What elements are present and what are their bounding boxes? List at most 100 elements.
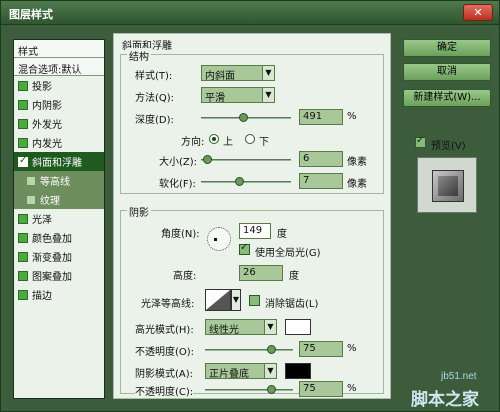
technique-value: 平滑 [205, 93, 225, 104]
shadow-mode-value: 正片叠底 [209, 369, 249, 380]
angle-label: 角度(N): [161, 229, 200, 240]
style-checkbox[interactable] [18, 232, 28, 243]
style-label: 样式(T): [135, 71, 173, 82]
size-slider[interactable] [201, 155, 291, 164]
style-dropdown[interactable]: 内斜面 ▼ [201, 65, 275, 82]
style-checkbox[interactable] [18, 289, 28, 300]
size-input[interactable]: 6 [299, 151, 343, 167]
dialog-body: 样式 混合选项:默认 投影内阴影外发光内发光斜面和浮雕等高线纹理光泽颜色叠加渐变… [5, 29, 495, 409]
style-list-item[interactable]: 光泽 [14, 209, 104, 228]
style-checkbox[interactable] [18, 155, 28, 167]
highlight-opacity-label: 不透明度(O): [135, 347, 195, 358]
blend-options-item[interactable]: 混合选项:默认 [14, 58, 104, 76]
style-list-header[interactable]: 样式 [14, 40, 104, 58]
shadow-mode-dropdown[interactable]: 正片叠底 ▼ [205, 363, 277, 380]
shadow-opacity-input[interactable]: 75 [299, 381, 343, 397]
dialog-title: 图层样式 [9, 8, 53, 21]
style-checkbox[interactable] [18, 270, 28, 281]
soften-label: 软化(F): [159, 179, 196, 190]
cancel-button[interactable]: 取消 [403, 63, 491, 81]
altitude-input[interactable]: 26 [239, 265, 283, 281]
direction-up-radio[interactable] [209, 134, 219, 144]
chevron-down-icon[interactable]: ▼ [231, 289, 241, 311]
highlight-mode-dropdown[interactable]: 线性光 ▼ [205, 319, 277, 336]
style-list-item[interactable]: 渐变叠加 [14, 247, 104, 266]
soften-slider-handle[interactable] [235, 177, 244, 186]
direction-up-label: 上 [223, 137, 233, 148]
style-list-item[interactable]: 内发光 [14, 133, 104, 152]
style-list-item-label: 描边 [32, 291, 52, 302]
watermark-brand: 脚本之家 [411, 390, 479, 410]
style-list-item[interactable]: 投影 [14, 76, 104, 95]
depth-label: 深度(D): [135, 115, 174, 126]
direction-down-radio[interactable] [245, 134, 255, 144]
antialias-checkbox[interactable] [249, 295, 260, 306]
highlight-color-swatch[interactable] [285, 319, 311, 335]
style-checkbox[interactable] [18, 99, 28, 110]
technique-label: 方法(Q): [135, 93, 175, 104]
angle-input[interactable]: 149 [239, 223, 271, 239]
contour-curve-icon [206, 290, 230, 310]
gloss-contour-picker[interactable] [205, 289, 231, 311]
style-list-item[interactable]: 颜色叠加 [14, 228, 104, 247]
technique-dropdown[interactable]: 平滑 ▼ [201, 87, 275, 104]
style-list-item[interactable]: 等高线 [14, 171, 104, 190]
style-list-item[interactable]: 外发光 [14, 114, 104, 133]
new-style-button[interactable]: 新建样式(W)... [403, 89, 491, 107]
style-checkbox[interactable] [18, 137, 28, 148]
ok-button[interactable]: 确定 [403, 39, 491, 57]
style-checkbox[interactable] [26, 194, 36, 205]
highlight-opacity-input[interactable]: 75 [299, 341, 343, 357]
style-list: 样式 混合选项:默认 投影内阴影外发光内发光斜面和浮雕等高线纹理光泽颜色叠加渐变… [13, 39, 105, 399]
highlight-opacity-unit: % [347, 343, 357, 354]
shadow-opacity-unit: % [347, 383, 357, 394]
style-checkbox[interactable] [18, 80, 28, 91]
style-list-item[interactable]: 斜面和浮雕 [14, 152, 104, 171]
preview-checkbox[interactable] [415, 135, 426, 148]
soften-input[interactable]: 7 [299, 173, 343, 189]
size-label: 大小(Z): [159, 157, 198, 168]
shading-title: 阴影 [127, 204, 151, 219]
style-checkbox[interactable] [18, 118, 28, 129]
depth-slider-handle[interactable] [239, 113, 248, 122]
style-checkbox[interactable] [18, 213, 28, 224]
depth-input[interactable]: 491 [299, 109, 343, 125]
style-list-item-label: 斜面和浮雕 [32, 158, 82, 169]
soften-slider[interactable] [201, 177, 291, 186]
highlight-opacity-handle[interactable] [267, 345, 276, 354]
shadow-color-swatch[interactable] [285, 363, 311, 379]
global-light-checkbox[interactable] [239, 242, 250, 255]
angle-dial[interactable] [207, 227, 231, 251]
shading-group: 阴影 角度(N): 149 度 使用全局光(G) 高度: 26 度 光泽等高线:… [120, 204, 384, 398]
style-list-item-label: 等高线 [40, 177, 70, 188]
shadow-opacity-slider[interactable] [205, 385, 293, 394]
style-list-item[interactable]: 纹理 [14, 190, 104, 209]
style-list-item-label: 渐变叠加 [32, 253, 72, 264]
preview-bevel-icon [432, 170, 464, 202]
preview-thumbnail [417, 157, 477, 213]
style-list-item[interactable]: 内阴影 [14, 95, 104, 114]
altitude-label: 高度: [173, 271, 197, 282]
style-list-item-label: 图案叠加 [32, 272, 72, 283]
style-list-item[interactable]: 描边 [14, 285, 104, 304]
style-list-item[interactable]: 图案叠加 [14, 266, 104, 285]
style-checkbox[interactable] [26, 175, 36, 186]
highlight-mode-value: 线性光 [209, 325, 239, 336]
highlight-opacity-slider[interactable] [205, 345, 293, 354]
depth-unit: % [347, 111, 357, 122]
settings-panel: 斜面和浮雕 结构 样式(T): 内斜面 ▼ 方法(Q): 平滑 ▼ 深度(D): [113, 33, 391, 399]
global-light-label: 使用全局光(G) [255, 248, 321, 259]
depth-slider[interactable] [201, 113, 291, 122]
watermark-site: jb51.net [441, 371, 477, 382]
preview-label: 预览(V) [431, 141, 466, 152]
size-slider-handle[interactable] [203, 155, 212, 164]
style-checkbox[interactable] [18, 251, 28, 262]
chevron-down-icon: ▼ [262, 88, 274, 102]
close-button[interactable]: ✕ [463, 4, 493, 21]
shadow-opacity-handle[interactable] [267, 385, 276, 394]
style-items: 投影内阴影外发光内发光斜面和浮雕等高线纹理光泽颜色叠加渐变叠加图案叠加描边 [14, 76, 104, 304]
style-list-item-label: 投影 [32, 82, 52, 93]
style-value: 内斜面 [205, 71, 235, 82]
soften-unit: 像素 [347, 179, 367, 190]
antialias-label: 消除锯齿(L) [265, 299, 319, 310]
